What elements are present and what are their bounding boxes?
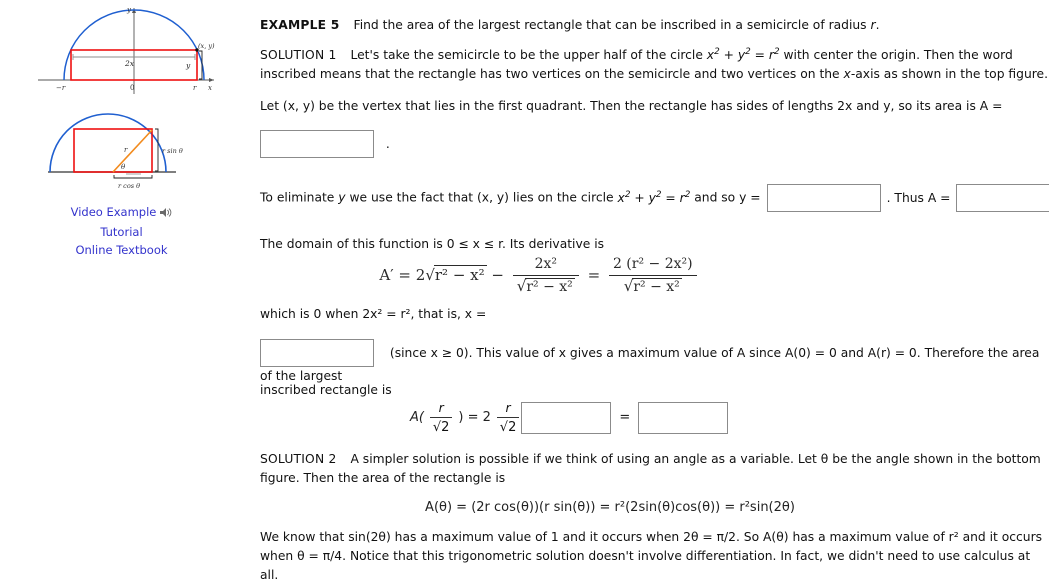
thus-area-answer-box[interactable] (956, 184, 1049, 212)
area-period: . (385, 136, 390, 151)
derivative-equation: A′ = 2 √r² − x² − 2x² √r² − x² = 2 (r² − … (260, 255, 820, 297)
example-label: EXAMPLE 5 (260, 18, 340, 32)
semicircle-rectangle-theta-figure: r θ r sin θ r cos θ (26, 104, 226, 202)
y-answer-box[interactable] (766, 184, 881, 212)
thus-text: . Thus A = (886, 190, 951, 205)
final-eq-equals: = (619, 410, 631, 425)
derivative-fraction-2-numerator: 2 (r² − 2x²) (608, 255, 697, 276)
let-text: Let (x, y) be the vertex that lies in th… (260, 99, 1003, 113)
figures-and-links-panel: −r 0 r x y 2x y (x, y) r θ r sin θ r cos… (0, 0, 252, 573)
domain-paragraph: The domain of this function is 0 ≤ x ≤ r… (260, 235, 1049, 254)
problem-content: EXAMPLE 5 Find the area of the largest re… (260, 0, 1049, 582)
eliminate-text-part3: and so y = (690, 190, 761, 205)
derivative-fraction-1: 2x² √r² − x² (512, 255, 579, 297)
eliminate-paragraph: To eliminate y we use the fact that (x, … (260, 184, 1049, 212)
semicircle-rectangle-xy-figure: −r 0 r x y 2x y (x, y) (26, 2, 226, 105)
area-answer-row: . (260, 130, 390, 158)
example-text: Find the area of the largest rectangle t… (353, 18, 871, 32)
figure-bottom-radius-label: r (124, 146, 128, 154)
eliminate-text-part2: we use the fact that (x, y) lies on the … (345, 190, 618, 205)
tutorial-link[interactable]: Tutorial (100, 223, 142, 241)
online-textbook-link[interactable]: Online Textbook (75, 241, 167, 259)
final-eq-fraction-1: r √2 (429, 398, 453, 437)
figure-top-left-tick-label: −r (56, 84, 66, 92)
final-eq-fraction-2: r √2 (496, 398, 520, 437)
example-paragraph: EXAMPLE 5 Find the area of the largest re… (260, 16, 1049, 35)
figure-top-height-label: y (185, 61, 191, 70)
we-know-paragraph: We know that sin(2θ) has a maximum value… (260, 528, 1049, 585)
video-example-row: Video Example (0, 203, 243, 223)
figure-bottom-horizontal-side-label: r cos θ (118, 182, 140, 190)
derivative-minus: − (491, 266, 504, 284)
speaker-icon[interactable] (159, 205, 172, 223)
final-eq-a-open: A( (410, 410, 424, 425)
let-paragraph: Let (x, y) be the vertex that lies in th… (260, 97, 1049, 116)
derivative-lhs: A′ = 2 (379, 266, 426, 284)
figure-top-vertex-label: (x, y) (198, 42, 215, 50)
which-is-zero-paragraph: which is 0 when 2x² = r², that is, x = (260, 305, 1049, 324)
final-eq-a-close: ) = 2 (458, 410, 491, 425)
figure-top-width-label: 2x (124, 59, 135, 68)
solution2-paragraph: SOLUTION 2A simpler solution is possible… (260, 450, 1049, 488)
example-text-end: . (875, 18, 880, 32)
online-textbook-row: Online Textbook (0, 241, 243, 259)
eliminate-y-symbol: y (338, 190, 346, 205)
figure-bottom-angle-label: θ (121, 163, 126, 171)
derivative-equals: = (587, 266, 601, 284)
x-answer-box[interactable] (260, 339, 374, 367)
solution2-label: SOLUTION 2 (260, 452, 337, 466)
derivative-fraction-1-numerator: 2x² (512, 255, 579, 276)
eliminate-text-part1: To eliminate (260, 190, 339, 205)
figure-top-x-axis-label: x (208, 84, 212, 92)
domain-text: The domain of this function is 0 ≤ x ≤ r… (260, 237, 605, 251)
derivative-fraction-2: 2 (r² − 2x²) √r² − x² (608, 255, 697, 297)
solution1-circle-equation: x2 + y2 = r2 (706, 46, 780, 62)
final-eq-fraction-2-numerator: r (496, 398, 520, 418)
final-area-box-2[interactable] (638, 401, 729, 434)
final-eq-fraction-1-denominator: √2 (432, 420, 450, 435)
solution1-label: SOLUTION 1 (260, 48, 337, 62)
derivative-radicand-1: r² − x² (433, 265, 487, 284)
solution1-x-symbol: x (843, 67, 851, 81)
final-area-equation: A( r √2 ) = 2 r √2 = (260, 398, 1049, 437)
since-text: (since x ≥ 0). This value of x gives a m… (260, 345, 1040, 384)
figure-bottom-vertical-side-label: r sin θ (162, 147, 183, 155)
x-answer-row: (since x ≥ 0). This value of x gives a m… (260, 339, 1049, 386)
solution1-paragraph: SOLUTION 1 Let's take the semicircle to b… (260, 46, 1049, 84)
derivative-fraction-2-denominator: √r² − x² (623, 277, 682, 295)
eliminate-circle-equation: x2 + y2 = r2 (617, 189, 691, 205)
we-know-text: We know that sin(2θ) has a maximum value… (260, 530, 1043, 582)
angle-area-equation: A(θ) = (2r cos(θ))(r sin(θ)) = r²(2sin(θ… (260, 498, 960, 517)
angle-area-equation-text: A(θ) = (2r cos(θ))(r sin(θ)) = r²(2sin(θ… (425, 500, 795, 515)
tutorial-row: Tutorial (0, 223, 243, 241)
figure-top-origin-label: 0 (130, 84, 134, 92)
derivative-fraction-1-denominator: √r² − x² (516, 277, 575, 295)
inscribed-text: inscribed rectangle is (260, 383, 392, 397)
final-eq-fraction-2-denominator: √2 (499, 420, 517, 435)
resource-links: Video Example Tutorial Online Textbook (0, 203, 243, 259)
figure-top-right-tick-label: r (193, 84, 197, 92)
area-answer-box[interactable] (260, 130, 374, 158)
solution1-text-part4: -axis as shown in the top figure. (850, 67, 1049, 81)
final-eq-fraction-1-numerator: r (429, 398, 453, 418)
video-example-link[interactable]: Video Example (71, 203, 157, 221)
which-is-zero-text: which is 0 when 2x² = r², that is, x = (260, 307, 487, 321)
final-area-box-1[interactable] (521, 401, 612, 434)
solution2-text: A simpler solution is possible if we thi… (260, 452, 1041, 485)
solution1-text-part1: Let's take the semicircle to be the uppe… (350, 48, 707, 62)
